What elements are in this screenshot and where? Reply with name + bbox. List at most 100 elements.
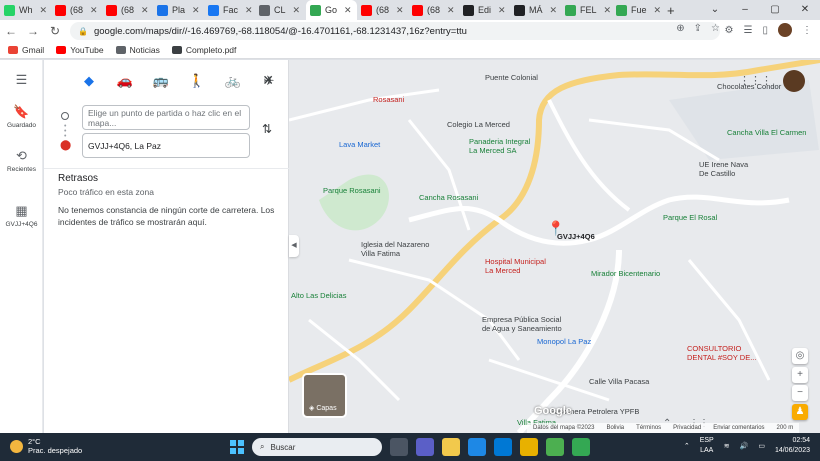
tab-search-icon[interactable]: ⌄ <box>700 0 730 20</box>
region-link[interactable]: Bolivia <box>606 425 624 431</box>
map-label-alto[interactable]: Alto Las Delicias <box>291 291 346 300</box>
windows-start-icon[interactable] <box>230 440 244 454</box>
map-label-panaderia[interactable]: Panaderia Integral La Merced SA <box>469 137 530 155</box>
saved-button[interactable]: 🔖 Guardado <box>0 104 43 129</box>
collapse-panel-button[interactable]: ◀ <box>289 235 299 257</box>
recent-place-button[interactable]: ▦ GVJJ+4Q6 <box>0 203 43 228</box>
destination-marker-icon[interactable]: 📍 <box>547 220 564 237</box>
close-tab-icon[interactable]: ✕ <box>550 5 558 16</box>
close-tab-icon[interactable]: ✕ <box>498 5 506 16</box>
wifi-icon[interactable]: ≋ <box>724 442 730 450</box>
bookmark-completo[interactable]: Completo.pdf <box>171 45 236 55</box>
zoom-out-button[interactable]: − <box>792 385 808 401</box>
bookmark-youtube[interactable]: YouTube <box>56 45 104 55</box>
reading-list-icon[interactable]: ☰ <box>744 25 753 36</box>
driving-mode-button[interactable]: 🚗 <box>114 70 136 92</box>
teams-icon[interactable] <box>416 438 434 456</box>
clock[interactable]: 02:54 14/06/2023 <box>775 436 810 456</box>
share-icon[interactable]: ⇪ <box>694 23 702 34</box>
browser-tab[interactable]: MÁ ✕ <box>510 0 561 20</box>
map-label-parque-rosal[interactable]: Parque El Rosal <box>663 213 717 222</box>
map-label-lava[interactable]: Lava Market <box>339 140 380 149</box>
close-tab-icon[interactable]: ✕ <box>604 5 612 16</box>
map-label-puente[interactable]: Puente Colonial <box>485 73 538 82</box>
bookmark-star-icon[interactable]: ☆ <box>711 23 720 34</box>
language-indicator[interactable]: ESP LAA <box>700 436 714 456</box>
map-label-empresa[interactable]: Empresa Pública Social de Agua y Saneami… <box>482 315 562 333</box>
map-label-iglesia[interactable]: Iglesia del Nazareno Villa Fatima <box>361 240 429 258</box>
map-label-hospital[interactable]: Hospital Municipal La Merced <box>485 257 546 275</box>
close-tab-icon[interactable]: ✕ <box>245 5 253 16</box>
browser-tab[interactable]: FEL ✕ <box>561 0 612 20</box>
browser-tab[interactable]: Wh ✕ <box>0 0 51 20</box>
map-label-ue-irene[interactable]: UE Irene Nava De Castillo <box>699 160 748 178</box>
account-avatar[interactable] <box>783 70 805 92</box>
cycling-mode-button[interactable]: 🚲 <box>222 70 244 92</box>
profile-avatar[interactable] <box>778 23 792 37</box>
file-explorer-icon[interactable] <box>442 438 460 456</box>
close-tab-icon[interactable]: ✕ <box>141 5 149 16</box>
browser-tab[interactable]: Fac ✕ <box>204 0 255 20</box>
edge-icon[interactable] <box>468 438 486 456</box>
terms-link[interactable]: Términos <box>636 425 661 431</box>
map-label-monopol[interactable]: Monopol La Paz <box>537 337 591 346</box>
swap-directions-icon[interactable]: ⇅ <box>262 122 272 136</box>
browser-tab[interactable]: Pla ✕ <box>153 0 204 20</box>
browser-tab[interactable]: Fue ✕ <box>612 0 663 20</box>
bookmark-gmail[interactable]: Gmail <box>8 45 44 55</box>
menu-icon[interactable]: ⋮ <box>802 25 812 36</box>
close-tab-icon[interactable]: ✕ <box>344 5 352 16</box>
browser-tab[interactable]: (68 ✕ <box>102 0 153 20</box>
map-label-colegio[interactable]: Colegio La Merced <box>447 120 510 129</box>
close-tab-icon[interactable]: ✕ <box>654 5 662 16</box>
battery-icon[interactable]: ▭ <box>758 442 765 450</box>
close-tab-icon[interactable]: ✕ <box>192 5 200 16</box>
map-label-rosasani[interactable]: Rosasani <box>373 95 404 104</box>
close-tab-icon[interactable]: ✕ <box>396 5 404 16</box>
privacy-link[interactable]: Privacidad <box>673 425 701 431</box>
map-label-pacasa[interactable]: Calle Villa Pacasa <box>589 377 649 386</box>
sidepanel-icon[interactable]: ▯ <box>762 25 768 36</box>
walking-mode-button[interactable]: 🚶 <box>186 70 208 92</box>
back-button[interactable]: ← <box>0 24 22 38</box>
browser-tab[interactable]: Edi ✕ <box>459 0 510 20</box>
bookmark-noticias[interactable]: Noticias <box>115 45 160 55</box>
install-icon[interactable]: ⊕ <box>676 23 684 34</box>
google-apps-icon[interactable]: ⋮⋮⋮ <box>739 74 772 87</box>
map-label-parque-rosasani[interactable]: Parque Rosasani <box>323 186 381 195</box>
browser-tab[interactable]: CL ✕ <box>255 0 306 20</box>
map-label-consultorio[interactable]: CONSULTORIO DENTAL #SOY DE... <box>687 344 756 362</box>
my-location-button[interactable]: ◎ <box>792 348 808 364</box>
taskbar-search[interactable]: ⌕ Buscar <box>252 438 382 456</box>
minimize-button[interactable]: – <box>730 0 760 20</box>
reload-button[interactable]: ↻ <box>44 24 66 38</box>
hamburger-menu-button[interactable]: ☰ <box>0 72 43 90</box>
close-directions-button[interactable]: ✕ <box>262 72 274 89</box>
chrome-icon[interactable] <box>546 438 564 456</box>
weather-widget[interactable]: 2°C Prac. despejado <box>10 437 82 455</box>
best-route-mode-button[interactable]: ◆ <box>78 70 100 92</box>
start-point-input[interactable]: Elige un punto de partida o haz clic en … <box>82 105 250 130</box>
feedback-link[interactable]: Enviar comentarios <box>713 425 764 431</box>
scale-bar[interactable]: 200 m <box>777 425 794 431</box>
close-tab-icon[interactable]: ✕ <box>40 5 48 16</box>
street-view-pegman-icon[interactable]: ♟ <box>792 404 808 420</box>
chrome-profile-icon[interactable] <box>572 438 590 456</box>
browser-tab[interactable]: (68 ✕ <box>408 0 459 20</box>
browser-tab[interactable]: (68 ✕ <box>51 0 102 20</box>
map-label-cancha-rosasani[interactable]: Cancha Rosasani <box>419 193 478 202</box>
map-canvas[interactable]: Puente Colonial Rosasani Colegio La Merc… <box>289 60 820 433</box>
destination-input[interactable]: GVJJ+4Q6, La Paz <box>82 133 250 158</box>
new-tab-button[interactable]: + <box>663 0 679 20</box>
layers-button[interactable]: ◈ Capas <box>302 373 347 418</box>
browser-tab[interactable]: Go ✕ <box>306 0 357 20</box>
transit-mode-button[interactable]: 🚌 <box>150 70 172 92</box>
zoom-in-button[interactable]: + <box>792 367 808 383</box>
tray-overflow-icon[interactable]: ⌃ <box>684 442 690 450</box>
close-window-button[interactable]: ✕ <box>790 0 820 20</box>
address-bar[interactable]: 🔒 google.com/maps/dir//-16.469769,-68.11… <box>70 22 720 40</box>
extensions-icon[interactable]: ⚙ <box>725 25 734 36</box>
recent-button[interactable]: ⟲ Recientes <box>0 148 43 173</box>
close-tab-icon[interactable]: ✕ <box>447 5 455 16</box>
map-label-cancha-villa[interactable]: Cancha Villa El Carmen <box>727 128 806 137</box>
